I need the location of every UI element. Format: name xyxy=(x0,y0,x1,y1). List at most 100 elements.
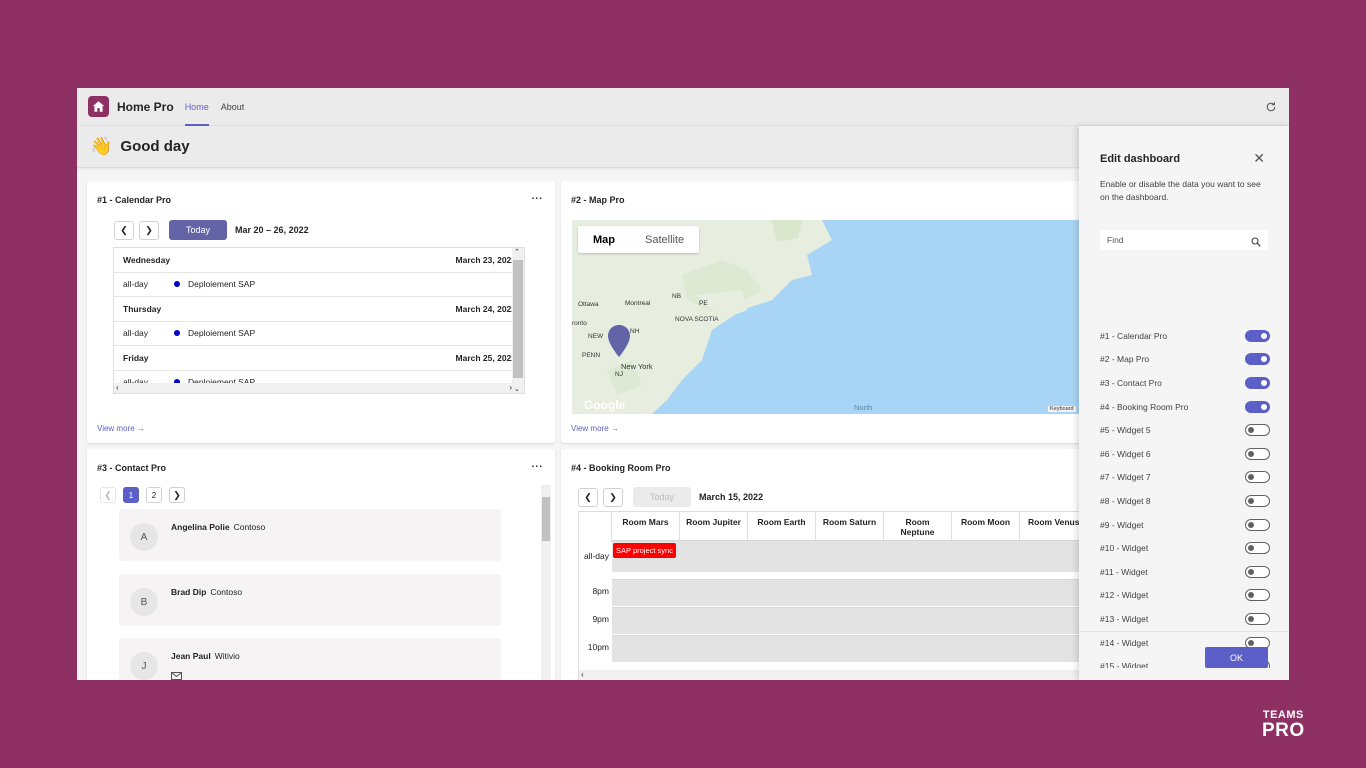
booking-event[interactable]: SAP project sync xyxy=(613,543,676,558)
widget-toggle-row: #8 - Widget 8 xyxy=(1100,489,1270,513)
more-options-button[interactable]: ... xyxy=(532,191,543,202)
refresh-icon[interactable] xyxy=(1265,100,1277,118)
home-icon xyxy=(88,96,109,117)
contact-card: #3 - Contact Pro ... ❮ 1 2 ❯ A Angelina … xyxy=(87,449,555,680)
widget-toggle[interactable] xyxy=(1245,447,1270,460)
widget-toggle-row: #11 - Widget xyxy=(1100,560,1270,584)
edit-dashboard-panel: Edit dashboard ✕ Enable or disable the d… xyxy=(1079,126,1289,680)
satellite-button[interactable]: Satellite xyxy=(630,226,699,253)
panel-title: Edit dashboard xyxy=(1100,153,1181,165)
widget-label: #11 - Widget xyxy=(1100,566,1148,577)
search-icon[interactable] xyxy=(1251,234,1261,252)
view-more-link[interactable]: View more → xyxy=(571,424,619,433)
event-row[interactable]: all-dayDeploiement SAP xyxy=(114,273,524,297)
widget-toggle-row: #9 - Widget xyxy=(1100,513,1270,537)
map-label: PE xyxy=(699,300,708,307)
view-more-link[interactable]: View more → xyxy=(97,424,145,433)
contact-item[interactable]: A Angelina Polie Contoso xyxy=(119,509,501,561)
widget-toggle-row: #6 - Widget 6 xyxy=(1100,442,1270,466)
chevron-right-icon[interactable]: ❯ xyxy=(139,220,159,240)
widget-toggle[interactable] xyxy=(1245,376,1270,389)
room-header: Room Moon xyxy=(952,512,1020,542)
widget-toggle[interactable] xyxy=(1245,353,1270,366)
widget-label: #10 - Widget xyxy=(1100,543,1149,554)
vertical-scrollbar[interactable]: ⌃ ⌄ xyxy=(512,248,524,393)
all-day-label: all-day xyxy=(583,551,609,561)
today-button[interactable]: Today xyxy=(169,220,228,240)
widget-toggle[interactable] xyxy=(1245,565,1270,578)
widget-toggle-row: #2 - Map Pro xyxy=(1100,348,1270,372)
close-icon[interactable]: ✕ xyxy=(1253,150,1265,167)
greeting-text: Good day xyxy=(120,138,190,155)
widget-toggle[interactable] xyxy=(1245,329,1270,342)
map-label: NB xyxy=(672,293,682,300)
find-input[interactable] xyxy=(1100,230,1268,250)
event-row[interactable]: all-dayDeploiement SAP xyxy=(114,322,524,346)
avatar: B xyxy=(130,588,158,616)
map-label: Ottawa xyxy=(578,301,599,308)
contact-name: Jean Paul Witivio xyxy=(171,651,240,661)
scroll-left-icon: ‹ xyxy=(116,383,119,392)
map-label: New York xyxy=(621,362,653,371)
avatar: A xyxy=(130,523,158,551)
widget-toggle[interactable] xyxy=(1245,494,1270,507)
map-label: NOVA SCOTIA xyxy=(675,316,719,323)
calendar-toolbar: ❮ ❯ Today Mar 20 – 26, 2022 xyxy=(114,220,309,240)
chevron-right-icon[interactable]: ❯ xyxy=(603,487,623,507)
card-title: #2 - Map Pro xyxy=(571,195,625,205)
room-header: Room Jupiter xyxy=(680,512,748,542)
booking-toolbar: ❮ ❯ Today March 15, 2022 xyxy=(578,487,763,507)
map-pin-icon[interactable] xyxy=(607,324,631,363)
chevron-left-icon[interactable]: ❮ xyxy=(100,487,116,503)
page-button-2[interactable]: 2 xyxy=(146,487,162,503)
panel-footer xyxy=(1079,631,1289,632)
widget-toggle[interactable] xyxy=(1245,424,1270,437)
card-title: #4 - Booking Room Pro xyxy=(571,463,671,473)
tab-home[interactable]: Home xyxy=(184,88,209,126)
map-label: North xyxy=(854,403,873,412)
contact-item[interactable]: B Brad Dip Contoso xyxy=(119,574,501,626)
widget-toggle[interactable] xyxy=(1245,542,1270,555)
mail-icon[interactable] xyxy=(171,667,182,680)
chevron-left-icon[interactable]: ❮ xyxy=(114,220,134,240)
widget-toggle-row: #12 - Widget xyxy=(1100,584,1270,608)
ok-button[interactable]: OK xyxy=(1205,647,1268,668)
widget-label: #12 - Widget xyxy=(1100,590,1149,601)
widget-toggle[interactable] xyxy=(1245,400,1270,413)
widget-label: #9 - Widget xyxy=(1100,519,1144,530)
widget-toggle[interactable] xyxy=(1245,471,1270,484)
map-label: PENN xyxy=(582,352,601,359)
contact-item[interactable]: J Jean Paul Witivio xyxy=(119,638,501,680)
map-view[interactable]: Map Satellite Ottawa Montreal ronto NB P… xyxy=(572,220,1081,414)
widget-toggle-row: #7 - Widget 7 xyxy=(1100,466,1270,490)
chevron-left-icon[interactable]: ❮ xyxy=(578,487,598,507)
widget-label: #8 - Widget 8 xyxy=(1100,495,1151,506)
horizontal-scrollbar[interactable]: ‹ › xyxy=(114,383,514,393)
widget-label: #7 - Widget 7 xyxy=(1100,472,1151,483)
widget-label: #14 - Widget xyxy=(1100,637,1149,648)
chevron-right-icon[interactable]: ❯ xyxy=(169,487,185,503)
page-button-1[interactable]: 1 xyxy=(123,487,139,503)
contact-name: Angelina Polie Contoso xyxy=(171,522,266,532)
tab-about[interactable]: About xyxy=(221,88,245,126)
widget-toggle-row: #10 - Widget xyxy=(1100,536,1270,560)
top-bar: Home Pro Home About xyxy=(77,88,1289,126)
room-header: Room Venus xyxy=(1020,512,1081,542)
calendar-list: Wednesday March 23, 2022 all-day Deploieme… xyxy=(113,247,525,394)
app-title: Home Pro xyxy=(117,99,174,114)
today-button[interactable]: Today xyxy=(633,487,692,507)
map-label: NEW xyxy=(588,333,604,340)
widget-toggle-row: #1 - Calendar Pro xyxy=(1100,324,1270,348)
event-dot-icon xyxy=(174,281,181,288)
widget-toggle[interactable] xyxy=(1245,612,1270,625)
keyboard-shortcuts-link[interactable]: Keyboard xyxy=(1048,406,1076,412)
horizontal-scrollbar[interactable]: ‹ xyxy=(579,670,1081,680)
day-header: Friday March 25, 2022 xyxy=(114,346,524,371)
widget-toggle[interactable] xyxy=(1245,589,1270,602)
vertical-scrollbar[interactable] xyxy=(541,485,551,680)
more-options-button[interactable]: ... xyxy=(532,459,543,470)
map-label: NH xyxy=(630,328,640,335)
google-logo: Google xyxy=(584,398,626,412)
widget-toggle[interactable] xyxy=(1245,518,1270,531)
map-button[interactable]: Map xyxy=(578,226,630,253)
